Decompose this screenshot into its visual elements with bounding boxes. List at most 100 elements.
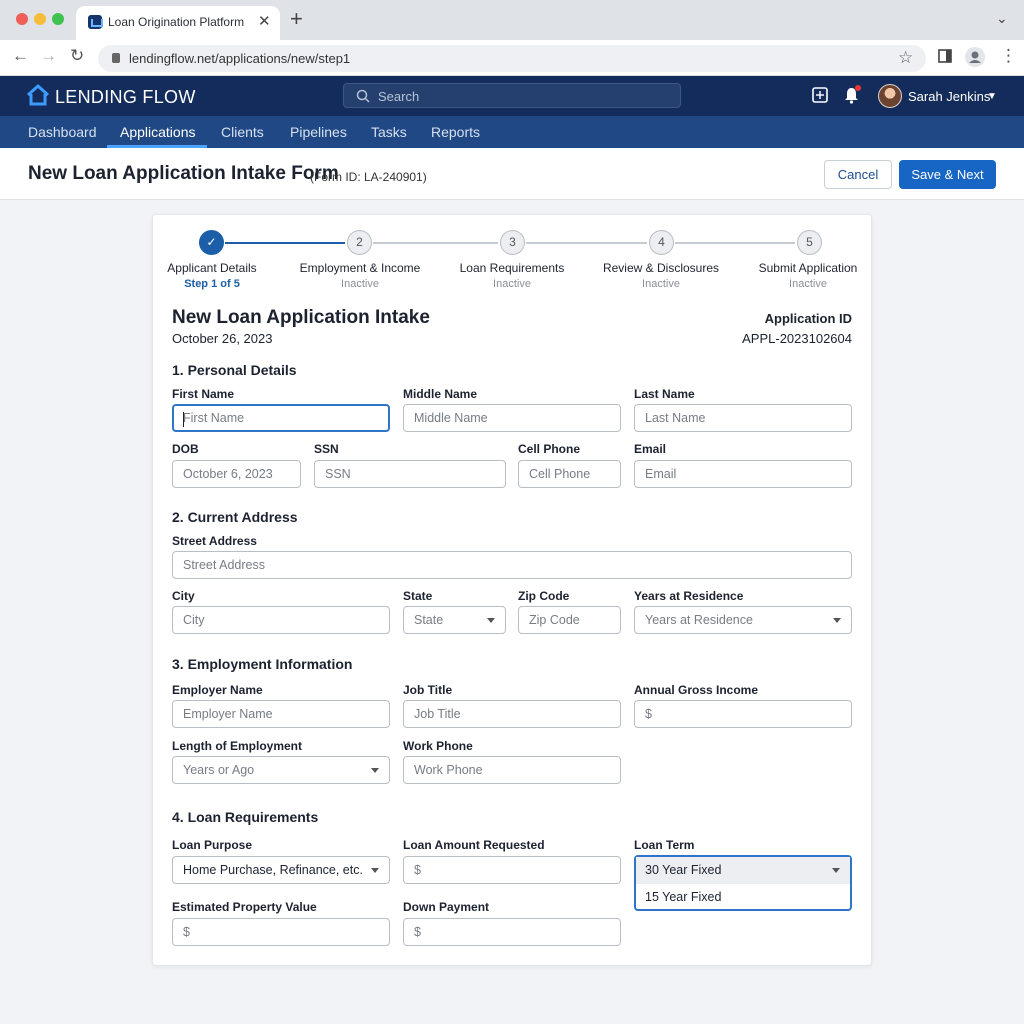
browser-tab[interactable]: Loan Origination Platform ✕ [76,6,280,40]
cell-phone-field[interactable]: Cell Phone [518,460,621,488]
ssn-label: SSN [314,442,339,456]
annual-income-field[interactable]: $ [634,700,852,728]
cancel-button[interactable]: Cancel [824,160,892,189]
state-select[interactable]: State [403,606,506,634]
sidepanel-icon[interactable] [938,49,952,63]
main-nav: Dashboard Applications Clients Pipelines… [0,116,1024,148]
last-name-placeholder: Last Name [645,411,706,425]
search-icon [356,89,370,103]
street-address-label: Street Address [172,534,257,548]
cell-phone-placeholder: Cell Phone [529,467,591,481]
section-current-address: 2. Current Address [172,509,298,525]
property-value-field[interactable]: $ [172,918,390,946]
years-residence-select[interactable]: Years at Residence [634,606,852,634]
step-4-circle[interactable]: 4 [649,230,674,255]
window-maximize-button[interactable] [52,13,64,25]
calculator-icon[interactable] [812,87,828,103]
avatar[interactable] [878,84,902,108]
email-placeholder: Email [645,467,677,481]
employer-name-field[interactable]: Employer Name [172,700,390,728]
stepper-connector [373,242,498,244]
ssn-placeholder: SSN [325,467,351,481]
loan-term-option: 30 Year Fixed [645,863,722,877]
length-employment-select[interactable]: Years or Ago [172,756,390,784]
caret-down-icon [487,618,495,623]
loan-term-dropdown[interactable]: 30 Year Fixed 15 Year Fixed [634,855,852,911]
loan-term-selected-option[interactable]: 30 Year Fixed [636,857,850,884]
url-field[interactable]: lendingflow.net/applications/new/step1 ☆ [98,45,926,72]
loan-amount-field[interactable]: $ [403,856,621,884]
job-title-label: Job Title [403,683,453,697]
email-field[interactable]: Email [634,460,852,488]
length-employment-label: Length of Employment [172,739,302,753]
first-name-field[interactable]: First Name [172,404,390,432]
house-logo-icon [26,84,50,106]
middle-name-field[interactable]: Middle Name [403,404,621,432]
step-2-circle[interactable]: 2 [347,230,372,255]
dob-label: DOB [172,442,199,456]
new-tab-icon[interactable]: + [290,8,303,30]
nav-reports[interactable]: Reports [431,124,480,140]
search-placeholder: Search [378,89,420,104]
down-payment-label: Down Payment [403,900,490,914]
window-close-button[interactable] [16,13,28,25]
middle-name-placeholder: Middle Name [414,411,488,425]
forward-arrow-icon[interactable]: → [40,46,57,66]
ssn-field[interactable]: SSN [314,460,506,488]
url-text: lendingflow.net/applications/new/step1 [129,51,351,66]
page-title: New Loan Application Intake Form [28,163,339,184]
loan-purpose-value: Home Purchase, Refinance, etc. [183,863,363,877]
street-address-field[interactable]: Street Address [172,551,852,579]
caret-down-icon [833,618,841,623]
city-placeholder: City [183,613,205,627]
state-label: State [403,589,433,603]
nav-applications[interactable]: Applications [120,124,196,140]
step-5-circle[interactable]: 5 [797,230,822,255]
close-tab-icon[interactable]: ✕ [258,12,271,30]
tab-list-chevron-icon[interactable]: ⌄ [996,10,1008,27]
search-input[interactable]: Search [343,83,681,108]
favicon-icon [88,15,103,29]
bookmark-star-icon[interactable]: ☆ [898,48,913,68]
step-1-check-icon[interactable]: ✓ [199,230,224,255]
address-bar: ← → ↻ lendingflow.net/applications/new/s… [0,40,1024,76]
back-arrow-icon[interactable]: ← [12,46,29,66]
nav-clients[interactable]: Clients [221,124,264,140]
zip-code-placeholder: Zip Code [529,613,580,627]
last-name-field[interactable]: Last Name [634,404,852,432]
street-address-placeholder: Street Address [183,558,265,572]
browser-tab-strip: Loan Origination Platform ✕ + ⌄ [0,0,1024,40]
lock-icon [112,53,120,63]
work-phone-field[interactable]: Work Phone [403,756,621,784]
form-heading: New Loan Application Intake [172,307,430,328]
nav-tasks[interactable]: Tasks [371,124,407,140]
nav-dashboard[interactable]: Dashboard [28,124,97,140]
annual-income-label: Annual Gross Income [634,683,759,697]
city-field[interactable]: City [172,606,390,634]
profile-icon[interactable] [964,46,986,68]
annual-income-placeholder: $ [645,707,652,721]
step-3-circle[interactable]: 3 [500,230,525,255]
down-payment-field[interactable]: $ [403,918,621,946]
years-residence-label: Years at Residence [634,589,744,603]
user-name[interactable]: Sarah Jenkins [908,89,990,104]
years-residence-placeholder: Years at Residence [645,613,753,627]
property-value-placeholder: $ [183,925,190,939]
user-menu-caret-icon[interactable]: ▼ [987,91,997,102]
loan-purpose-select[interactable]: Home Purchase, Refinance, etc. [172,856,390,884]
reload-icon[interactable]: ↻ [70,46,84,66]
job-title-field[interactable]: Job Title [403,700,621,728]
dob-field[interactable]: October 6, 2023 [172,460,301,488]
zip-code-field[interactable]: Zip Code [518,606,621,634]
nav-pipelines[interactable]: Pipelines [290,124,347,140]
loan-term-option[interactable]: 15 Year Fixed [645,890,721,904]
caret-down-icon [832,868,840,873]
brand-name[interactable]: LENDING FLOW [55,87,196,108]
save-next-button[interactable]: Save & Next [899,160,996,189]
browser-menu-icon[interactable]: ⋮ [1000,46,1017,66]
window-minimize-button[interactable] [34,13,46,25]
step-3-label: Loan Requirements [459,261,565,275]
form-date: October 26, 2023 [172,331,273,346]
employer-name-placeholder: Employer Name [183,707,273,721]
employer-name-label: Employer Name [172,683,263,697]
